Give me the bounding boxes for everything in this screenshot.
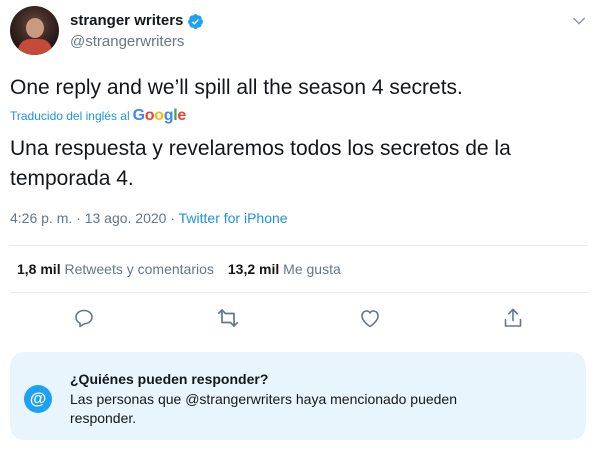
tweet-translation: Una respuesta y revelaremos todos los se… bbox=[10, 137, 511, 190]
translation-attribution[interactable]: Traducido del inglés al Google bbox=[10, 108, 186, 124]
avatar-face bbox=[26, 18, 44, 38]
conversation-title: ¿Quiénes pueden responder? bbox=[70, 371, 269, 387]
conversation-description: Las personas que @strangerwriters haya m… bbox=[70, 391, 458, 426]
reply-icon[interactable] bbox=[72, 306, 96, 330]
share-icon[interactable] bbox=[501, 306, 525, 330]
divider bbox=[10, 292, 588, 293]
chevron-down-icon[interactable] bbox=[570, 12, 588, 30]
tweet-text: One reply and we’ll spill all the season… bbox=[10, 76, 463, 99]
retweets-label: Retweets y comentarios bbox=[64, 261, 214, 277]
author-handle[interactable]: @strangerwriters bbox=[70, 32, 204, 52]
retweets-stat[interactable]: 1,8 mil Retweets y comentarios bbox=[17, 260, 214, 278]
tweet-meta: 4:26 p. m. · 13 ago. 2020 · Twitter for … bbox=[10, 209, 288, 227]
avatar-shirt bbox=[18, 39, 52, 55]
like-icon[interactable] bbox=[358, 306, 382, 330]
tweet-timestamp[interactable]: 4:26 p. m. · 13 ago. 2020 · bbox=[10, 210, 179, 226]
mention-icon: @ bbox=[24, 385, 52, 413]
verified-badge-icon bbox=[188, 13, 204, 29]
divider bbox=[10, 245, 588, 246]
tweet-header: stranger writers @strangerwriters bbox=[10, 4, 588, 56]
likes-count: 13,2 mil bbox=[227, 261, 280, 277]
conversation-settings-box: @ ¿Quiénes pueden responder? Las persona… bbox=[10, 352, 586, 440]
tweet-source-link[interactable]: Twitter for iPhone bbox=[179, 210, 288, 226]
author-name-row[interactable]: stranger writers bbox=[70, 12, 204, 30]
google-logo: Google bbox=[132, 107, 187, 124]
tweet-actions bbox=[10, 303, 588, 335]
likes-stat[interactable]: 13,2 mil Me gusta bbox=[228, 260, 341, 278]
retweets-count: 1,8 mil bbox=[17, 261, 61, 277]
likes-label: Me gusta bbox=[283, 261, 341, 277]
translated-label: Traducido del inglés al bbox=[10, 109, 130, 123]
author-block: stranger writers @strangerwriters bbox=[70, 12, 204, 52]
retweet-icon[interactable] bbox=[216, 306, 240, 330]
avatar[interactable] bbox=[10, 6, 59, 55]
author-display-name[interactable]: stranger writers bbox=[70, 12, 183, 30]
tweet-stats: 1,8 mil Retweets y comentarios 13,2 mil … bbox=[17, 260, 341, 278]
